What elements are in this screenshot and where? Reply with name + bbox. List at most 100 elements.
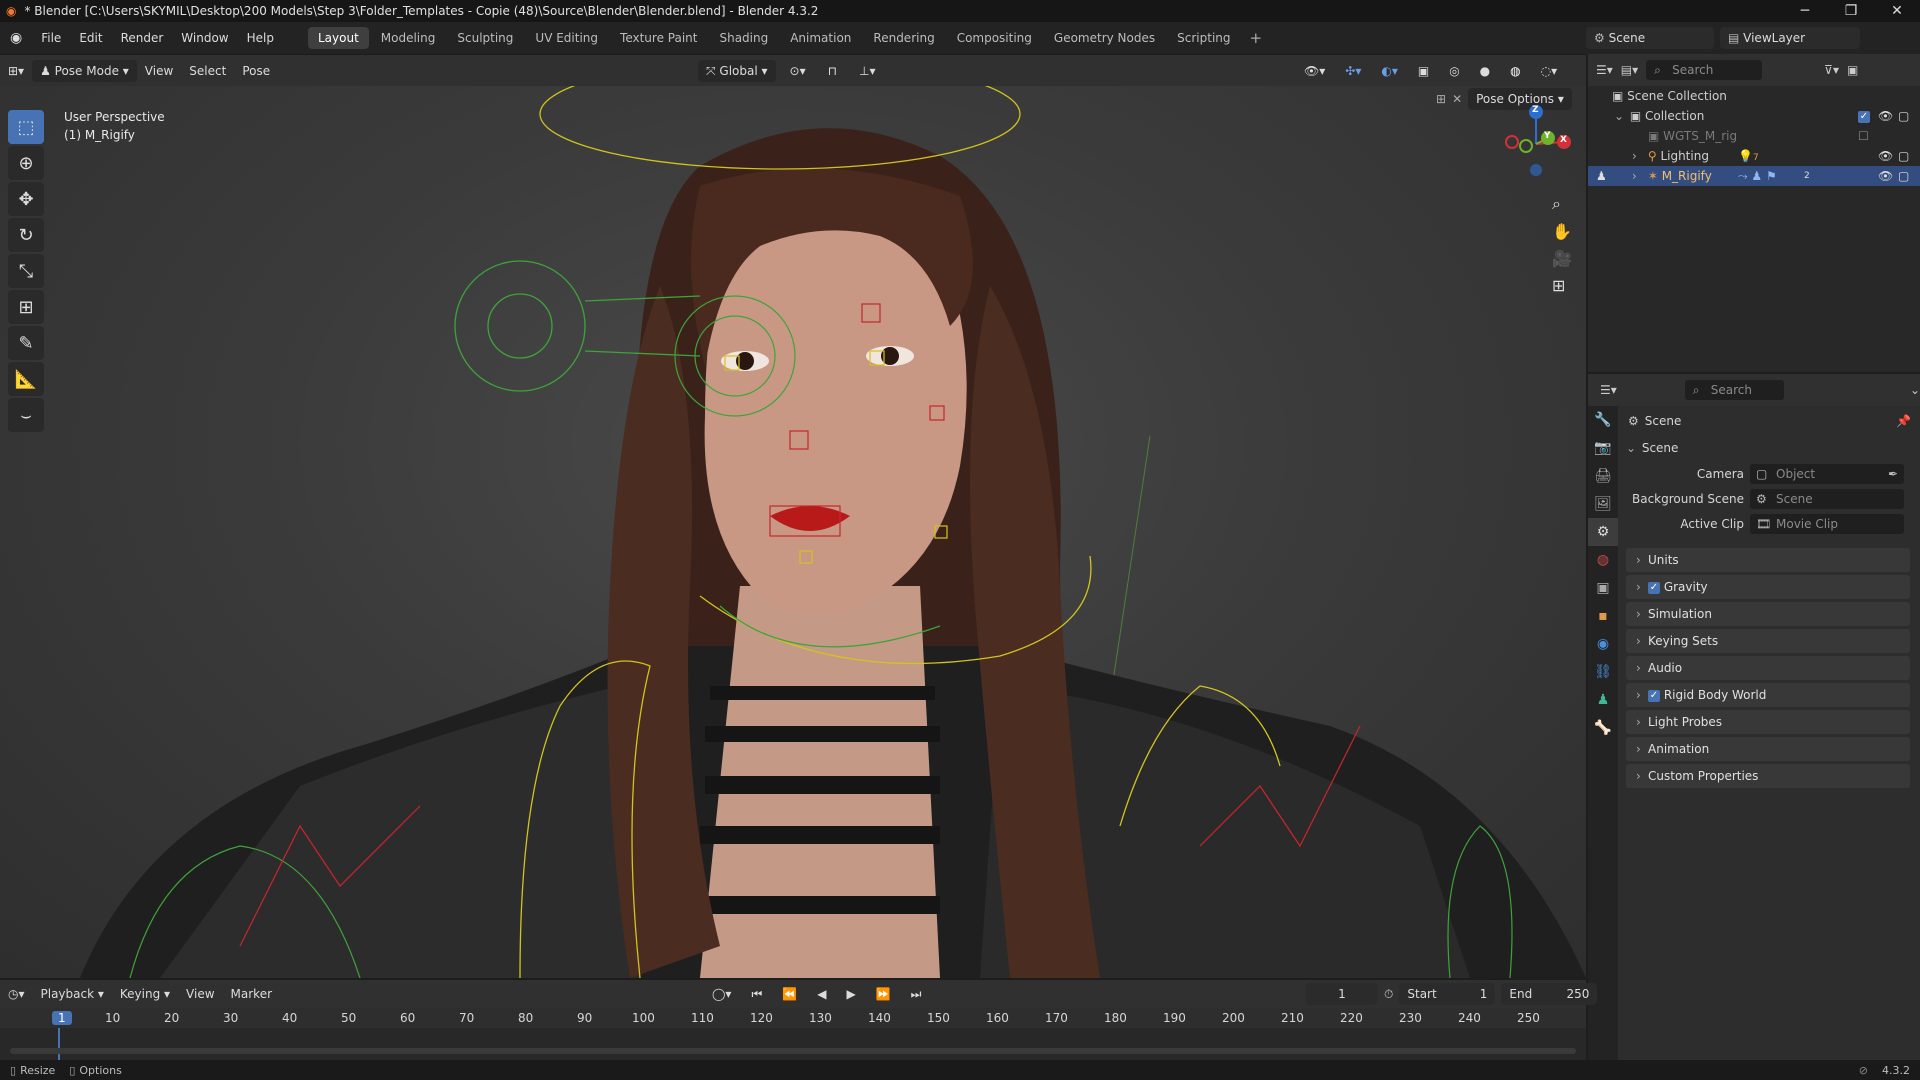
panel-light-probes[interactable]: › Light Probes — [1626, 710, 1910, 734]
relax-pose-tool[interactable]: ⌣ — [8, 398, 44, 432]
active-clip-field[interactable]: 🎞 Movie Clip — [1750, 514, 1904, 534]
menu-select[interactable]: Select — [181, 60, 234, 82]
collection-tab-icon[interactable]: ▣ — [1588, 574, 1618, 602]
jump-end-icon[interactable]: ⏭ — [903, 983, 930, 1005]
minimize-icon[interactable]: ─ — [1782, 0, 1828, 22]
start-frame-field[interactable]: Start 1 — [1399, 983, 1496, 1005]
tab-modeling[interactable]: Modeling — [371, 27, 446, 49]
rigid-body-checkbox[interactable]: ✓ — [1648, 689, 1660, 702]
camera-icon[interactable]: ▢ — [1898, 106, 1909, 126]
transform-tool[interactable]: ⊞ — [8, 290, 44, 324]
camera-field[interactable]: ▢ Object ✒ — [1750, 464, 1904, 484]
overlay-toggle-icon[interactable]: ◐▾ — [1373, 60, 1406, 82]
shading-rendered-icon[interactable]: ◌▾ — [1533, 60, 1566, 82]
rotate-tool[interactable]: ↻ — [8, 218, 44, 252]
tab-layout[interactable]: Layout — [307, 27, 369, 49]
menu-keying[interactable]: Keying ▾ — [112, 983, 178, 1005]
pivot-toggle-icon[interactable]: ⊞ — [1436, 92, 1446, 106]
outliner-row-lighting[interactable]: › ⚲ Lighting 💡7 👁 ▢ — [1588, 146, 1920, 166]
tab-uv-editing[interactable]: UV Editing — [525, 27, 608, 49]
jump-next-keyframe-icon[interactable]: ⏩ — [868, 983, 899, 1005]
blender-menu-icon[interactable]: ◉ — [0, 30, 32, 46]
include-checkbox[interactable]: ☐ — [1858, 126, 1869, 146]
timeline-area[interactable]: 1 10 20 30 40 50 60 70 80 90 100 110 120… — [0, 1008, 1586, 1060]
expand-icon[interactable]: › — [1632, 166, 1644, 186]
panel-units[interactable]: › Units — [1626, 548, 1910, 572]
world-tab-icon[interactable]: ◍ — [1588, 546, 1618, 574]
panel-rigid-body-world[interactable]: › ✓ Rigid Body World — [1626, 683, 1910, 707]
gizmo-toggle-icon[interactable]: ✣▾ — [1337, 60, 1369, 82]
tab-rendering[interactable]: Rendering — [863, 27, 944, 49]
new-collection-icon[interactable]: ▣ — [1847, 63, 1858, 77]
proportional-edit-icon[interactable]: ⊥▾ — [851, 60, 883, 82]
editor-type-icon[interactable]: ⊞▾ — [0, 60, 32, 82]
end-frame-field[interactable]: End 250 — [1501, 983, 1598, 1005]
tab-sculpting[interactable]: Sculpting — [447, 27, 523, 49]
snap-icon[interactable]: ⊓ — [820, 60, 845, 82]
panel-audio[interactable]: › Audio — [1626, 656, 1910, 680]
play-reverse-icon[interactable]: ◀ — [809, 983, 834, 1005]
display-mode-icon[interactable]: ▤▾ — [1621, 63, 1638, 77]
menu-timeline-view[interactable]: View — [178, 983, 222, 1005]
scene-selector[interactable]: ⚙ Scene — [1586, 27, 1714, 49]
object-tab-icon[interactable]: ▪ — [1588, 602, 1618, 630]
panel-animation[interactable]: › Animation — [1626, 737, 1910, 761]
expand-icon[interactable]: › — [1632, 146, 1644, 166]
scene-tab-icon[interactable]: ⚙ — [1588, 518, 1618, 546]
options-chevron-icon[interactable]: ⌄ — [1910, 383, 1920, 397]
maximize-icon[interactable]: ❐ — [1828, 0, 1874, 22]
timeline-editor-type-icon[interactable]: ◷▾ — [0, 983, 33, 1005]
bone-tab-icon[interactable]: 🦴 — [1588, 714, 1618, 742]
panel-custom-properties[interactable]: › Custom Properties — [1626, 764, 1910, 788]
output-tab-icon[interactable]: 🖨 — [1588, 462, 1618, 490]
gravity-checkbox[interactable]: ✓ — [1648, 581, 1660, 594]
mode-selector[interactable]: ♟ Pose Mode ▾ — [32, 59, 137, 82]
menu-edit[interactable]: Edit — [70, 22, 111, 54]
shading-wireframe-icon[interactable]: ◎ — [1441, 60, 1467, 82]
timeline-scrollbar[interactable] — [10, 1048, 1576, 1054]
background-scene-field[interactable]: ⚙ Scene — [1750, 489, 1904, 509]
ortho-toggle-icon[interactable]: ⊞ — [1552, 276, 1572, 295]
outliner-row-collection[interactable]: ⌄ ▣ Collection ✓ 👁 ▢ — [1588, 106, 1920, 126]
tool-tab-icon[interactable]: 🔧 — [1588, 406, 1618, 434]
tab-geometry-nodes[interactable]: Geometry Nodes — [1044, 27, 1165, 49]
annotate-tool[interactable]: ✎ — [8, 326, 44, 360]
physics-tab-icon[interactable]: ◉ — [1588, 630, 1618, 658]
expand-icon[interactable]: ⌄ — [1614, 106, 1626, 126]
outliner-row-m-rigify[interactable]: ♟ › ✶ M_Rigify ⤳ ♟ ⚑ 2 👁 ▢ — [1588, 166, 1920, 186]
play-icon[interactable]: ▶ — [838, 983, 863, 1005]
jump-prev-keyframe-icon[interactable]: ⏪ — [774, 983, 805, 1005]
panel-gravity[interactable]: › ✓ Gravity — [1626, 575, 1910, 599]
camera-icon[interactable]: ▢ — [1898, 166, 1909, 186]
panel-simulation[interactable]: › Simulation — [1626, 602, 1910, 626]
menu-file[interactable]: File — [32, 22, 70, 54]
tab-shading[interactable]: Shading — [709, 27, 778, 49]
outliner-row-wgts[interactable]: ▣ WGTS_M_rig ☐ — [1588, 126, 1920, 146]
zoom-icon[interactable]: ⌕ — [1552, 194, 1572, 214]
eye-icon[interactable]: 👁 — [1878, 106, 1893, 126]
menu-marker[interactable]: Marker — [223, 983, 280, 1005]
jump-start-icon[interactable]: ⏮ — [743, 983, 770, 1005]
tab-compositing[interactable]: Compositing — [947, 27, 1042, 49]
eyedropper-icon[interactable]: ✒ — [1888, 464, 1898, 484]
render-tab-icon[interactable]: 📷 — [1588, 434, 1618, 462]
view-layer-selector[interactable]: ▤ ViewLayer — [1720, 27, 1860, 49]
playhead[interactable] — [58, 1028, 60, 1060]
pin-icon[interactable]: 📌 — [1896, 414, 1911, 428]
properties-search-input[interactable]: ⌕ Search — [1684, 380, 1784, 400]
outliner-search-input[interactable]: ⌕ Search — [1646, 60, 1763, 80]
menu-window[interactable]: Window — [172, 22, 237, 54]
camera-icon[interactable]: ▢ — [1898, 146, 1909, 166]
outliner-editor-type-icon[interactable]: ☰▾ — [1596, 63, 1613, 77]
transform-orientation-selector[interactable]: ⤧ Global ▾ — [698, 60, 776, 82]
cursor-tool[interactable]: ⊕ — [8, 146, 44, 180]
camera-view-icon[interactable]: 🎥 — [1552, 249, 1572, 268]
pivot-point-icon[interactable]: ⊙▾ — [782, 60, 814, 82]
view-layer-tab-icon[interactable]: 🖼 — [1588, 490, 1618, 518]
menu-help[interactable]: Help — [238, 22, 283, 54]
shading-solid-icon[interactable]: ● — [1472, 60, 1498, 82]
3d-viewport[interactable]: User Perspective (1) M_Rigify ⬚ ⊕ ✥ ↻ ⤡ … — [0, 86, 1586, 978]
measure-tool[interactable]: 📐 — [8, 362, 44, 396]
menu-render[interactable]: Render — [112, 22, 173, 54]
add-workspace-icon[interactable]: + — [1242, 29, 1271, 47]
